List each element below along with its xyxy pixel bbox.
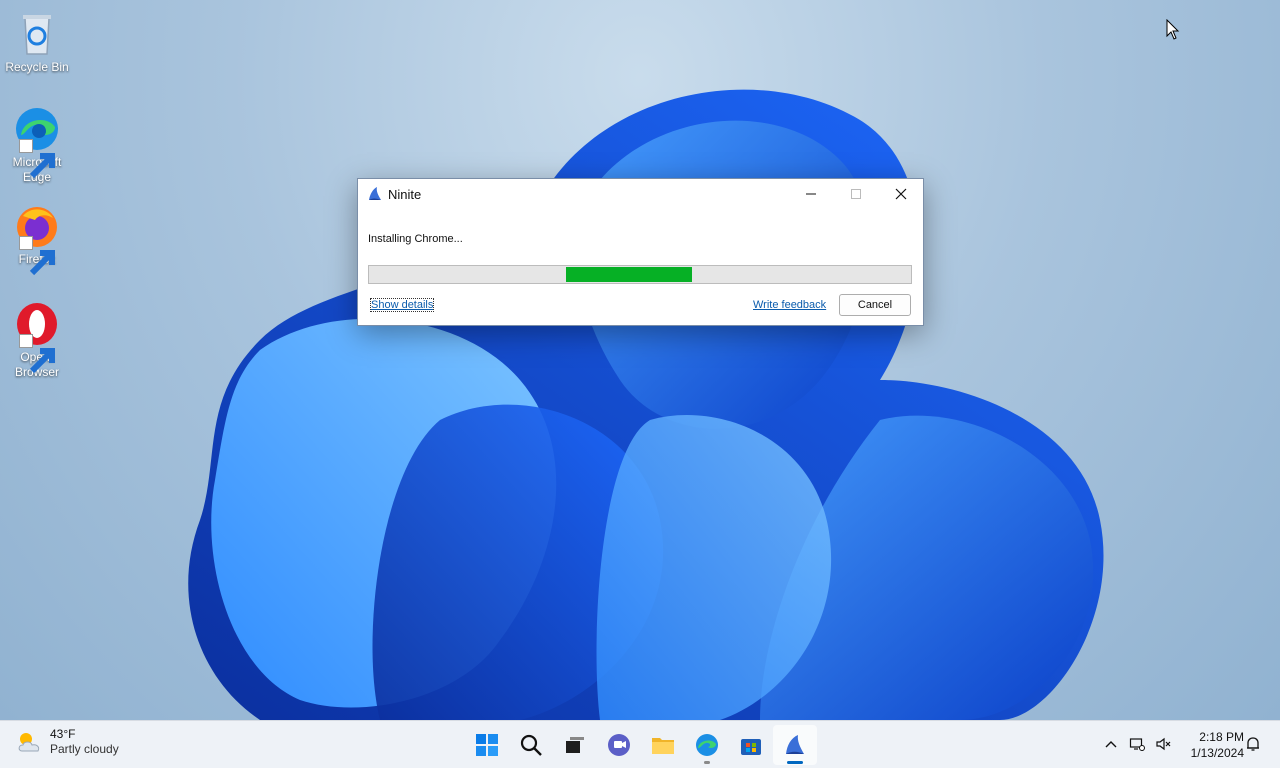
partly-cloudy-icon <box>18 733 40 752</box>
chat-button[interactable] <box>597 725 641 765</box>
store-icon <box>741 739 761 755</box>
write-feedback-link[interactable]: Write feedback <box>753 299 826 311</box>
show-details-link[interactable]: Show details <box>369 298 435 312</box>
recycle-bin-icon <box>13 10 61 58</box>
install-progress-bar <box>368 265 912 284</box>
title-bar[interactable]: Ninite <box>358 179 923 209</box>
edge-icon <box>13 105 61 179</box>
notification-bell-icon[interactable] <box>1244 735 1262 753</box>
install-progress-fill <box>565 267 693 282</box>
search-icon <box>520 734 542 756</box>
desktop-icon-firefox[interactable]: Firefox <box>4 202 70 276</box>
search-button[interactable] <box>509 725 553 765</box>
show-hidden-icons-button[interactable] <box>1098 733 1124 755</box>
weather-condition: Partly cloudy <box>50 742 119 756</box>
taskbar: 43°F Partly cloudy 2:18 PM 1/13/2024 <box>0 720 1280 768</box>
active-indicator <box>787 761 803 764</box>
minimize-button[interactable] <box>788 179 833 209</box>
taskbar-clock[interactable]: 2:18 PM 1/13/2024 <box>1176 729 1244 761</box>
folder-icon <box>652 738 674 754</box>
task-view-button[interactable] <box>553 725 597 765</box>
cancel-button[interactable]: Cancel <box>839 294 911 316</box>
network-button[interactable] <box>1124 733 1150 755</box>
desktop-icon-label: Recycle Bin <box>5 60 69 74</box>
window-title: Ninite <box>388 186 422 202</box>
ninite-taskbar-button[interactable] <box>773 725 817 765</box>
windows-start-icon <box>476 734 498 756</box>
teams-chat-icon <box>608 734 630 756</box>
shortcut-arrow-icon <box>19 139 55 179</box>
opera-icon <box>13 300 61 374</box>
running-indicator <box>704 761 710 764</box>
desktop-icon-opera-browser[interactable]: Opera Browser <box>4 300 70 380</box>
system-tray <box>1098 733 1176 755</box>
desktop-icon-microsoft-edge[interactable]: Microsoft Edge <box>4 105 70 185</box>
close-button[interactable] <box>878 179 923 209</box>
chevron-up-icon <box>1105 741 1117 748</box>
store-button[interactable] <box>729 725 773 765</box>
network-icon <box>1129 738 1145 751</box>
install-status-text: Installing Chrome... <box>368 233 463 245</box>
edge-button[interactable] <box>685 725 729 765</box>
weather-widget[interactable]: 43°F Partly cloudy <box>14 727 119 757</box>
ninite-window: Ninite Installing Chrome... Show details… <box>357 178 924 326</box>
ninite-icon <box>786 735 804 754</box>
close-icon <box>895 188 906 200</box>
wallpaper-bloom <box>188 89 1104 720</box>
maximize-icon <box>850 189 861 199</box>
edge-icon <box>696 734 718 756</box>
shortcut-arrow-icon <box>19 334 55 374</box>
maximize-button[interactable] <box>833 179 878 209</box>
clock-date: 1/13/2024 <box>1190 746 1244 760</box>
file-explorer-button[interactable] <box>641 725 685 765</box>
shortcut-arrow-icon <box>19 236 55 276</box>
start-button[interactable] <box>465 725 509 765</box>
ninite-app-icon <box>369 187 381 200</box>
mouse-cursor-icon <box>1166 19 1180 40</box>
taskbar-apps <box>465 725 817 765</box>
volume-muted-icon <box>1156 737 1171 751</box>
weather-temperature: 43°F <box>50 727 76 741</box>
clock-time: 2:18 PM <box>1199 730 1244 744</box>
firefox-icon <box>13 202 61 276</box>
minimize-icon <box>805 193 816 195</box>
volume-button[interactable] <box>1150 733 1176 755</box>
desktop-icon-recycle-bin[interactable]: Recycle Bin <box>4 10 70 75</box>
task-view-icon <box>566 737 584 753</box>
